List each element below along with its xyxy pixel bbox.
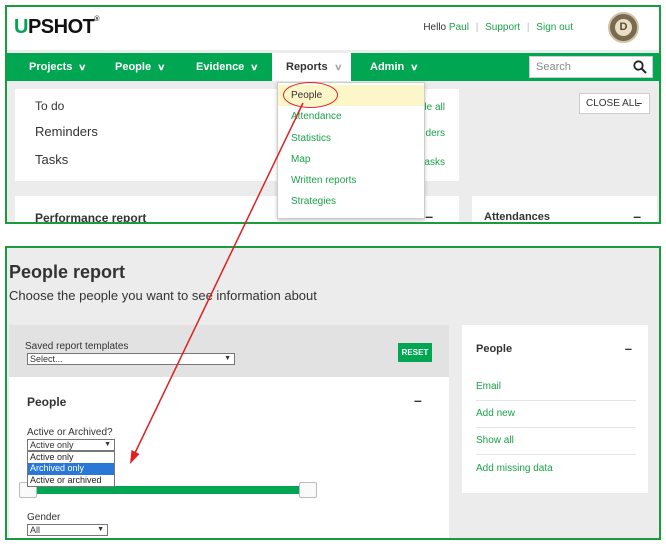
hello-text: Hello (423, 22, 447, 33)
gender-label: Gender (27, 512, 61, 523)
menu-item-written-reports[interactable]: Written reports (278, 170, 424, 191)
attendances-card: Attendances – (472, 196, 657, 223)
divider: | (475, 22, 479, 33)
divider (476, 454, 636, 455)
menu-item-attendance[interactable]: Attendance (278, 106, 424, 127)
reminders-heading: Reminders (35, 124, 98, 139)
search-icon[interactable] (633, 60, 647, 74)
saved-templates-select[interactable]: Select... ▼ (27, 353, 235, 365)
user-greeting: Hello Paul | Support | Sign out (423, 22, 573, 33)
nav-reports[interactable]: Reports ∨ (272, 53, 351, 81)
search-input[interactable] (530, 57, 628, 77)
user-name-link[interactable]: Paul (449, 22, 469, 33)
side-panel-heading: People (476, 343, 513, 355)
gender-select[interactable]: All ▼ (27, 524, 108, 536)
dropdown-arrow-icon: ▼ (224, 355, 231, 362)
page-subtitle: Choose the people you want to see inform… (9, 288, 317, 303)
collapse-minus-icon[interactable]: – (414, 392, 422, 408)
nav-people[interactable]: People ∨ (115, 53, 166, 81)
top-header: UPSHOT® Hello Paul | Support | Sign out … (7, 7, 659, 50)
main-navigation: Projects ∨ People ∨ Evidence ∨ Reports ∨ Adm… (7, 53, 659, 81)
chevron-down-icon: ∨ (250, 62, 259, 72)
menu-item-statistics[interactable]: Statistics (278, 128, 424, 149)
chevron-down-icon: ∨ (78, 62, 88, 72)
chevron-down-icon: ∨ (157, 62, 166, 72)
sign-out-link[interactable]: Sign out (536, 22, 573, 33)
nav-evidence[interactable]: Evidence ∨ (196, 53, 259, 81)
todo-heading: To do (35, 99, 65, 113)
email-link[interactable]: Email (476, 381, 501, 392)
tasks-heading: Tasks (35, 152, 69, 167)
slider-handle-right[interactable] (299, 482, 317, 498)
saved-templates-label: Saved report templates (25, 341, 129, 352)
attendances-heading: Attendances (484, 211, 551, 223)
annotation-circle (283, 82, 338, 108)
divider (476, 427, 636, 428)
upshot-logo[interactable]: UPSHOT® (14, 16, 99, 39)
reset-button[interactable]: RESET (398, 343, 432, 362)
nav-admin[interactable]: Admin ∨ (370, 53, 419, 81)
show-all-link[interactable]: Show all (476, 435, 514, 446)
option-active-only[interactable]: Active only (28, 452, 114, 463)
support-link[interactable]: Support (485, 22, 520, 33)
collapse-minus-icon[interactable]: – (625, 341, 632, 356)
search-box (529, 56, 653, 78)
menu-item-map[interactable]: Map (278, 149, 424, 170)
collapse-minus-icon[interactable]: – (425, 208, 433, 222)
collapse-minus-icon[interactable]: – (633, 208, 641, 222)
nav-projects[interactable]: Projects ∨ (29, 53, 88, 81)
add-missing-data-link[interactable]: Add missing data (476, 463, 553, 474)
close-all-button[interactable]: CLOSE ALL – (579, 93, 650, 114)
range-slider-track[interactable] (27, 486, 317, 494)
minus-icon: – (636, 98, 642, 109)
people-report-screenshot-panel: People report Choose the people you want… (5, 246, 661, 540)
dropdown-arrow-icon: ▼ (97, 526, 104, 533)
divider (476, 400, 636, 401)
people-side-panel: People – Email Add new Show all Add miss… (462, 325, 648, 493)
divider: | (526, 22, 530, 33)
active-archived-label: Active or Archived? (27, 427, 113, 438)
add-new-link[interactable]: Add new (476, 408, 515, 419)
organisation-badge-icon[interactable]: D (608, 12, 639, 43)
performance-report-heading: Performance report (35, 211, 147, 224)
dropdown-arrow-icon: ▼ (104, 441, 111, 448)
menu-item-strategies[interactable]: Strategies (278, 191, 424, 212)
option-archived-only[interactable]: Archived only (28, 463, 114, 475)
active-archived-select[interactable]: Active only ▼ (27, 439, 115, 451)
chevron-down-icon: ∨ (410, 62, 419, 72)
dashboard-screenshot-panel: UPSHOT® Hello Paul | Support | Sign out … (5, 5, 661, 224)
active-archived-options-list: Active only Archived only Active or arch… (27, 451, 115, 487)
people-section-heading: People (27, 395, 67, 409)
page-title: People report (9, 262, 126, 282)
chevron-down-icon: ∨ (333, 62, 343, 72)
tasks-link[interactable]: tasks (422, 157, 445, 168)
option-active-or-archived[interactable]: Active or archived (28, 475, 114, 486)
